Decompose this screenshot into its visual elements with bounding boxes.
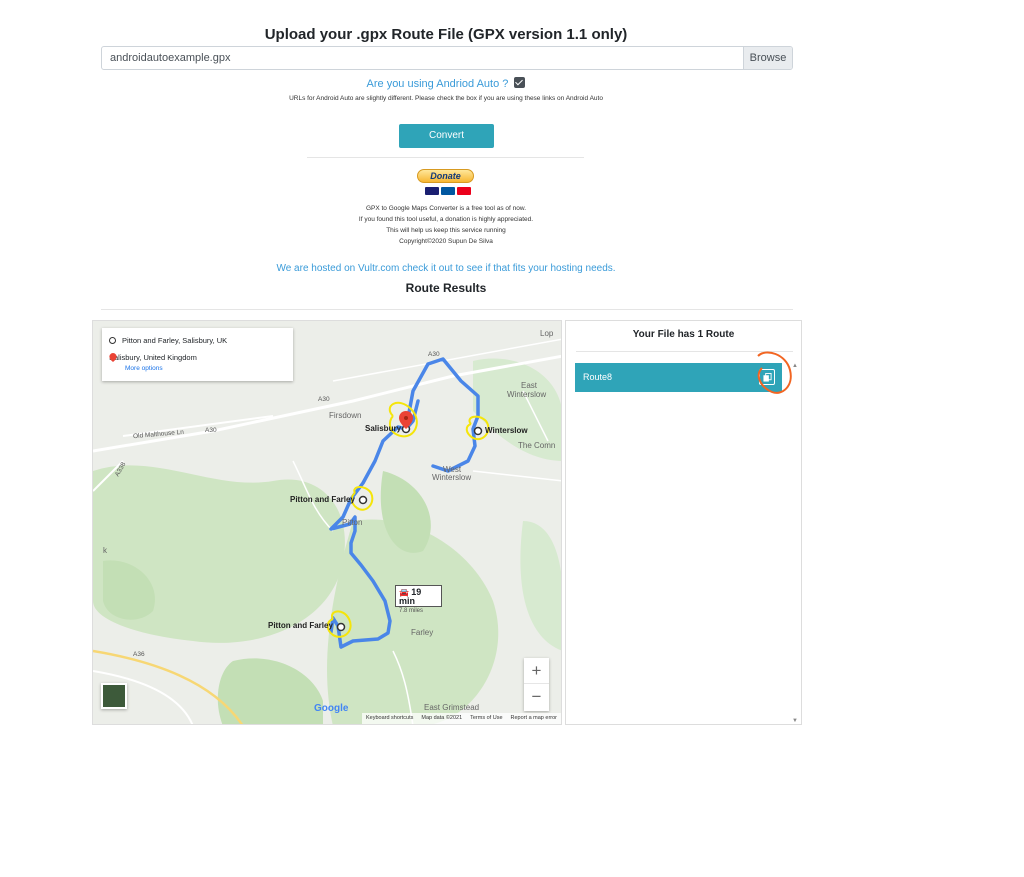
map[interactable]: Pitton and Farley, Salisbury, UK Salisbu… [92, 320, 562, 725]
place-label: Farley [411, 628, 434, 637]
scrollbar[interactable]: ▲ ▼ [790, 363, 800, 724]
place-label: The Comn [518, 441, 556, 450]
routes-panel: Your File has 1 Route Route8 ▲ ▼ [565, 320, 802, 725]
android-auto-row: Are you using Andriod Auto ? [0, 77, 892, 90]
place-label: Salisbury [365, 424, 402, 433]
copyright: Copyright©2020 Supun De Silva [399, 238, 493, 245]
satellite-toggle[interactable] [101, 683, 127, 709]
terms-link[interactable]: Terms of Use [470, 713, 502, 724]
place-label: Firsdown [329, 411, 362, 420]
results-title: Route Results [405, 281, 487, 295]
pin-icon [109, 353, 117, 362]
android-auto-label: Are you using Andriod Auto ? [366, 78, 509, 90]
duration-distance: 7.8 miles [399, 608, 424, 614]
convert-button[interactable]: Convert [399, 124, 494, 148]
google-logo: Google [314, 703, 349, 714]
road-label: A30 [205, 427, 217, 434]
divider [307, 157, 584, 158]
more-options-link[interactable]: More options [125, 365, 163, 372]
place-label: Pitton [342, 518, 363, 527]
place-label: Winterslow [432, 473, 472, 482]
scroll-up-icon[interactable]: ▲ [792, 363, 798, 369]
upload-title: Upload your .gpx Route File (GPX version… [264, 26, 628, 43]
road-label: A36 [133, 651, 145, 658]
zoom-in-button[interactable]: + [524, 658, 549, 684]
origin-text: Pitton and Farley, Salisbury, UK [122, 336, 228, 345]
annotation-scribble [757, 351, 792, 394]
android-auto-note: URLs for Android Auto are slightly diffe… [289, 95, 603, 102]
place-label: Winterslow [485, 426, 528, 435]
map-attribution: Keyboard shortcuts Map data ©2021 Terms … [361, 713, 561, 724]
keyboard-shortcuts-link[interactable]: Keyboard shortcuts [366, 713, 413, 724]
payment-cards-icon [425, 187, 471, 196]
map-data-text: Map data ©2021 [421, 715, 463, 721]
circle-icon [109, 337, 116, 344]
vultr-link[interactable]: Vultr.com [358, 263, 399, 274]
hosting-note: We are hosted on Vultr.com check it out … [0, 263, 892, 274]
android-auto-checkbox[interactable] [514, 77, 526, 88]
place-label: k [103, 546, 107, 555]
zoom-out-button[interactable]: − [524, 684, 549, 710]
road-label: A30 [428, 351, 440, 358]
donate-line: GPX to Google Maps Converter is a free t… [365, 205, 527, 212]
route-item[interactable]: Route8 [575, 363, 782, 392]
donate-button[interactable]: Donate [417, 169, 474, 183]
place-label: Lop [540, 329, 554, 338]
destination-text: Salisbury, United Kingdom [109, 353, 197, 362]
divider [101, 309, 793, 310]
origin-row[interactable]: Pitton and Farley, Salisbury, UK [109, 336, 227, 345]
duration-box[interactable]: 🚘 19 min 7.8 miles [395, 585, 442, 614]
file-input[interactable]: androidautoexample.gpx Browse [101, 46, 793, 70]
route-name: Route8 [583, 372, 613, 382]
place-label: East Grimstead [424, 703, 480, 712]
road-label: A30 [318, 396, 330, 403]
directions-box: Pitton and Farley, Salisbury, UK Salisbu… [102, 328, 293, 381]
donate-text: GPX to Google Maps Converter is a free t… [0, 203, 892, 247]
zoom-control: + − [524, 658, 549, 711]
file-name: androidautoexample.gpx [110, 52, 231, 64]
donate-line: This will help us keep this service runn… [386, 227, 506, 234]
hosting-suffix: check it out to see if that fits your ho… [402, 263, 616, 274]
scroll-down-icon[interactable]: ▼ [792, 718, 798, 724]
place-label: Pitton and Farley [268, 621, 333, 630]
browse-button[interactable]: Browse [743, 47, 792, 69]
routes-title: Your File has 1 Route [632, 329, 735, 340]
place-label: Winterslow [507, 390, 547, 399]
hosting-prefix: We are hosted on [276, 263, 356, 274]
report-error-link[interactable]: Report a map error [511, 713, 557, 724]
map-canvas [93, 321, 561, 724]
destination-row[interactable]: Salisbury, United Kingdom [109, 353, 197, 362]
place-label: Pitton and Farley [290, 495, 355, 504]
place-label: East [521, 381, 538, 390]
donate-line: If you found this tool useful, a donatio… [358, 216, 534, 223]
